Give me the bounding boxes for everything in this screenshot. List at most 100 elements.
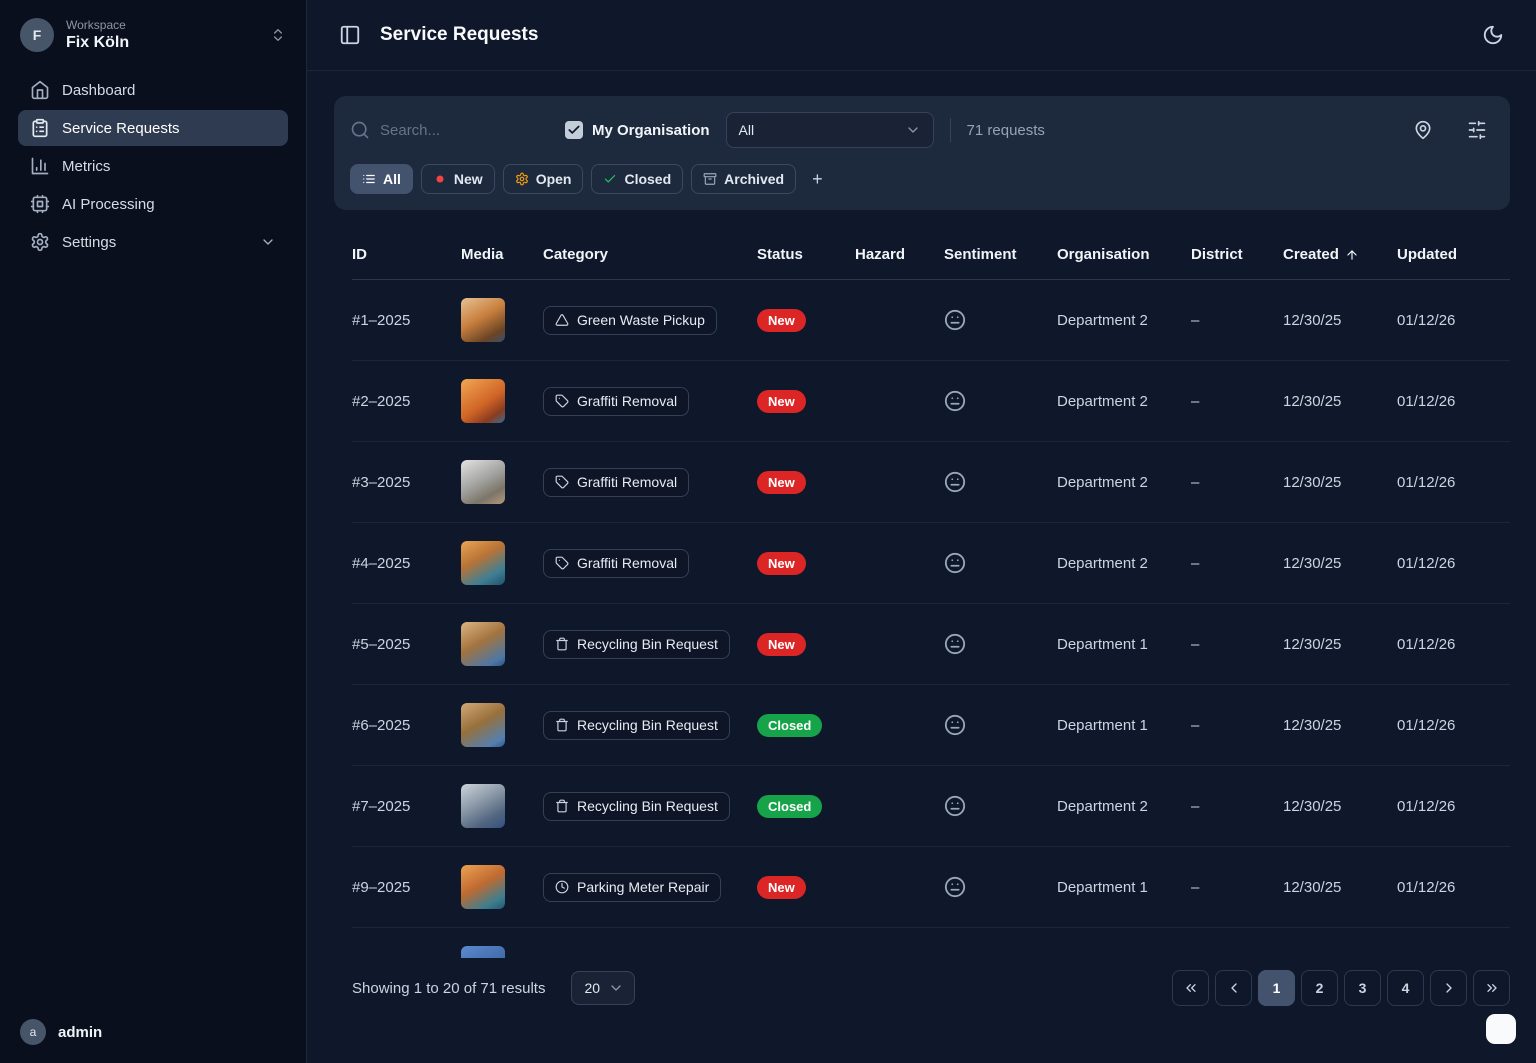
column-sentiment[interactable]: Sentiment bbox=[944, 246, 1057, 263]
media-thumbnail[interactable] bbox=[461, 460, 505, 504]
district-cell: – bbox=[1191, 879, 1283, 896]
tab-all[interactable]: All bbox=[350, 164, 413, 194]
tab-new[interactable]: New bbox=[421, 164, 495, 194]
created-cell: 12/30/25 bbox=[1283, 798, 1397, 815]
sidebar-item-service-requests[interactable]: Service Requests bbox=[18, 110, 288, 146]
tab-archived[interactable]: Archived bbox=[691, 164, 796, 194]
created-cell: 12/30/25 bbox=[1283, 393, 1397, 410]
sidebar-toggle-button[interactable] bbox=[333, 18, 367, 52]
table-row[interactable]: #6–2025 Recycling Bin Request Closed Dep… bbox=[352, 685, 1510, 766]
organisation-cell: Department 2 bbox=[1057, 312, 1191, 329]
column-media[interactable]: Media bbox=[461, 246, 543, 263]
sidebar-item-label: Service Requests bbox=[62, 120, 180, 137]
page-button-4[interactable]: 4 bbox=[1387, 970, 1424, 1006]
column-updated[interactable]: Updated bbox=[1397, 246, 1510, 263]
category-chip[interactable]: Graffiti Removal bbox=[543, 549, 689, 578]
column-status[interactable]: Status bbox=[757, 246, 855, 263]
request-id[interactable]: #1–2025 bbox=[352, 312, 461, 329]
request-id[interactable]: #2–2025 bbox=[352, 393, 461, 410]
request-id[interactable]: #4–2025 bbox=[352, 555, 461, 572]
last-page-button[interactable] bbox=[1473, 970, 1510, 1006]
chevron-down-icon bbox=[260, 234, 276, 250]
tag-icon bbox=[555, 475, 569, 489]
column-created[interactable]: Created bbox=[1283, 246, 1397, 263]
column-organisation[interactable]: Organisation bbox=[1057, 246, 1191, 263]
created-cell: 12/30/25 bbox=[1283, 717, 1397, 734]
my-organisation-checkbox[interactable] bbox=[565, 121, 583, 139]
chevrons-left-icon bbox=[1183, 980, 1199, 996]
add-view-button[interactable]: + bbox=[804, 169, 831, 190]
media-thumbnail bbox=[461, 946, 505, 958]
neutral-face-icon bbox=[944, 309, 966, 331]
table-row[interactable]: #5–2025 Recycling Bin Request New Depart… bbox=[352, 604, 1510, 685]
request-id[interactable]: #3–2025 bbox=[352, 474, 461, 491]
sidebar-item-settings[interactable]: Settings bbox=[18, 224, 288, 260]
sidebar-item-dashboard[interactable]: Dashboard bbox=[18, 72, 288, 108]
chevron-down-icon bbox=[608, 980, 624, 996]
organisation-cell: Department 2 bbox=[1057, 393, 1191, 410]
request-id[interactable]: #5–2025 bbox=[352, 636, 461, 653]
category-chip[interactable]: Graffiti Removal bbox=[543, 468, 689, 497]
column-category[interactable]: Category bbox=[543, 246, 757, 263]
table-row[interactable]: #7–2025 Recycling Bin Request Closed Dep… bbox=[352, 766, 1510, 847]
media-thumbnail[interactable] bbox=[461, 784, 505, 828]
next-page-button[interactable] bbox=[1430, 970, 1467, 1006]
prev-page-button[interactable] bbox=[1215, 970, 1252, 1006]
search-input[interactable] bbox=[380, 122, 530, 139]
user-menu[interactable]: a admin bbox=[20, 1019, 102, 1045]
category-chip[interactable]: Green Waste Pickup bbox=[543, 306, 717, 335]
table-row-partial bbox=[352, 928, 1510, 958]
column-id[interactable]: ID bbox=[352, 246, 461, 263]
page-button-2[interactable]: 2 bbox=[1301, 970, 1338, 1006]
table-row[interactable]: #9–2025 Parking Meter Repair New Departm… bbox=[352, 847, 1510, 928]
table-row[interactable]: #1–2025 Green Waste Pickup New Departmen… bbox=[352, 280, 1510, 361]
media-thumbnail[interactable] bbox=[461, 865, 505, 909]
table-row[interactable]: #2–2025 Graffiti Removal New Department … bbox=[352, 361, 1510, 442]
page-button-3[interactable]: 3 bbox=[1344, 970, 1381, 1006]
clock-icon bbox=[555, 880, 569, 894]
sort-asc-icon bbox=[1345, 248, 1359, 262]
table-row[interactable]: #4–2025 Graffiti Removal New Department … bbox=[352, 523, 1510, 604]
sidebar-item-metrics[interactable]: Metrics bbox=[18, 148, 288, 184]
organisation-select[interactable]: All bbox=[726, 112, 934, 148]
tab-open[interactable]: Open bbox=[503, 164, 584, 194]
category-chip[interactable]: Parking Meter Repair bbox=[543, 873, 721, 902]
first-page-button[interactable] bbox=[1172, 970, 1209, 1006]
column-hazard[interactable]: Hazard bbox=[855, 246, 944, 263]
organisation-cell: Department 2 bbox=[1057, 474, 1191, 491]
request-id[interactable]: #6–2025 bbox=[352, 717, 461, 734]
chat-widget-button[interactable] bbox=[1486, 1014, 1516, 1044]
media-thumbnail[interactable] bbox=[461, 298, 505, 342]
media-thumbnail[interactable] bbox=[461, 541, 505, 585]
category-label: Parking Meter Repair bbox=[577, 879, 709, 895]
column-created-label: Created bbox=[1283, 246, 1339, 263]
media-thumbnail[interactable] bbox=[461, 622, 505, 666]
request-id[interactable]: #9–2025 bbox=[352, 879, 461, 896]
filter-settings-button[interactable] bbox=[1460, 113, 1494, 147]
request-id[interactable]: #7–2025 bbox=[352, 798, 461, 815]
page-button-1[interactable]: 1 bbox=[1258, 970, 1295, 1006]
category-label: Recycling Bin Request bbox=[577, 717, 718, 733]
tab-closed[interactable]: Closed bbox=[591, 164, 683, 194]
tab-label: New bbox=[454, 171, 483, 187]
tag-icon bbox=[555, 556, 569, 570]
sidebar-item-label: Settings bbox=[62, 234, 116, 251]
dark-mode-toggle-button[interactable] bbox=[1476, 18, 1510, 52]
workspace-switcher[interactable]: F Workspace Fix Köln bbox=[0, 0, 306, 72]
table-footer: Showing 1 to 20 of 71 results 20 1 2 3 4 bbox=[352, 970, 1510, 1006]
media-thumbnail[interactable] bbox=[461, 703, 505, 747]
media-thumbnail[interactable] bbox=[461, 379, 505, 423]
category-chip[interactable]: Graffiti Removal bbox=[543, 387, 689, 416]
category-label: Graffiti Removal bbox=[577, 393, 677, 409]
table-row[interactable]: #3–2025 Graffiti Removal New Department … bbox=[352, 442, 1510, 523]
page-size-select[interactable]: 20 bbox=[571, 971, 635, 1005]
category-chip[interactable]: Recycling Bin Request bbox=[543, 711, 730, 740]
sidebar-item-ai-processing[interactable]: AI Processing bbox=[18, 186, 288, 222]
category-chip[interactable]: Recycling Bin Request bbox=[543, 630, 730, 659]
results-summary: Showing 1 to 20 of 71 results bbox=[352, 980, 545, 997]
category-label: Recycling Bin Request bbox=[577, 798, 718, 814]
list-icon bbox=[362, 172, 376, 186]
category-chip[interactable]: Recycling Bin Request bbox=[543, 792, 730, 821]
map-view-button[interactable] bbox=[1406, 113, 1440, 147]
column-district[interactable]: District bbox=[1191, 246, 1283, 263]
